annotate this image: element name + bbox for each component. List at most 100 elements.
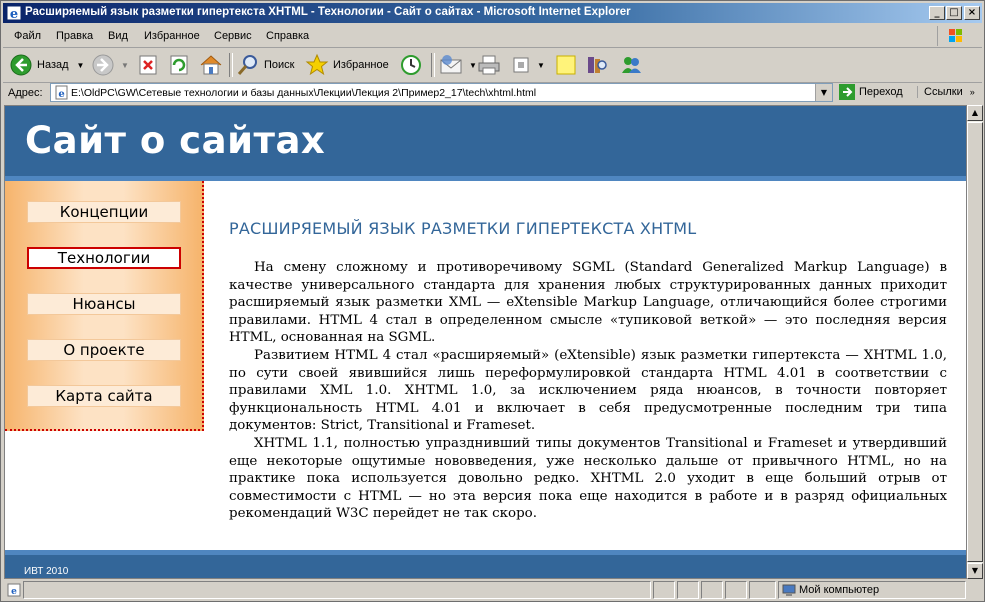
- refresh-button[interactable]: [168, 52, 190, 78]
- print-icon: [478, 55, 500, 75]
- edit-dropdown-icon[interactable]: ▼: [537, 61, 545, 70]
- site-title: Сайт о сайтах: [25, 119, 326, 162]
- notes-button[interactable]: [555, 52, 577, 78]
- scroll-down-icon[interactable]: ▼: [967, 563, 983, 579]
- mail-icon: [440, 55, 462, 74]
- svg-text:e: e: [11, 587, 17, 597]
- star-icon: [305, 53, 329, 76]
- article-heading: РАСШИРЯЕМЫЙ ЯЗЫК РАЗМЕТКИ ГИПЕРТЕКСТА XH…: [229, 219, 697, 238]
- minimize-button[interactable]: _: [929, 6, 945, 20]
- forward-dropdown-icon[interactable]: ▼: [121, 61, 129, 70]
- article-paragraph: Развитием HTML 4 стал «расширяемый» (eXt…: [229, 347, 947, 434]
- menu-favorites[interactable]: Избранное: [144, 30, 200, 42]
- menu-tools[interactable]: Сервис: [214, 30, 252, 42]
- ie-icon: e: [6, 5, 22, 21]
- links-toolbar[interactable]: Ссылки »: [917, 86, 975, 98]
- nav-about[interactable]: О проекте: [27, 339, 181, 361]
- page-icon: e: [55, 85, 68, 100]
- status-panel: [677, 581, 699, 599]
- address-input[interactable]: e E:\OldPC\GW\Сетевые технологии и базы …: [50, 83, 833, 102]
- note-icon: [556, 55, 576, 75]
- address-url: E:\OldPC\GW\Сетевые технологии и базы да…: [71, 87, 537, 99]
- window-title: Расширяемый язык разметки гипертекста XH…: [25, 6, 631, 18]
- toolbar-separator: [229, 53, 233, 77]
- forward-arrow-icon: [92, 54, 114, 76]
- zone-label: Мой компьютер: [799, 584, 880, 596]
- toolbar-separator: [431, 53, 435, 77]
- research-icon: [588, 57, 607, 73]
- status-panel: [701, 581, 723, 599]
- nav-technologies[interactable]: Технологии: [27, 247, 181, 269]
- status-bar: e Мой компьютер: [3, 580, 982, 600]
- article-paragraph: На смену сложному и противоречивому SGML…: [229, 260, 947, 346]
- windows-logo: [937, 26, 972, 46]
- status-panel: [653, 581, 675, 599]
- article-paragraph: XHTML 1.1, полностью упразднивший типы д…: [229, 435, 947, 522]
- edit-button[interactable]: ▼: [511, 52, 545, 78]
- toolbar: Назад ▼ ▼ Поиск Избранное ▼ ▼: [3, 48, 982, 83]
- go-button[interactable]: Переход: [839, 84, 903, 100]
- vertical-scrollbar[interactable]: ▲ ▼: [967, 105, 983, 579]
- status-panel: [749, 581, 776, 599]
- history-button[interactable]: [399, 52, 423, 78]
- print-button[interactable]: [477, 52, 501, 78]
- page-status-icon: e: [7, 583, 21, 597]
- home-button[interactable]: [199, 52, 223, 78]
- maximize-button[interactable]: □: [946, 6, 962, 20]
- svg-text:e: e: [10, 7, 18, 21]
- status-text-panel: [23, 581, 651, 599]
- site-header: Сайт о сайтах: [5, 106, 966, 181]
- forward-button[interactable]: ▼: [91, 52, 129, 78]
- sidebar-nav: Концепции Технологии Нюансы О проекте Ка…: [5, 181, 204, 431]
- back-dropdown-icon[interactable]: ▼: [77, 61, 85, 70]
- favorites-label: Избранное: [333, 59, 389, 71]
- menu-bar: Файл Правка Вид Избранное Сервис Справка: [3, 25, 982, 48]
- browser-window: e Расширяемый язык разметки гипертекста …: [0, 0, 985, 602]
- address-label: Адрес:: [8, 87, 43, 99]
- history-icon: [401, 55, 421, 75]
- title-bar: e Расширяемый язык разметки гипертекста …: [3, 3, 982, 23]
- home-icon: [200, 55, 222, 75]
- security-zone: Мой компьютер: [778, 581, 966, 599]
- menu-view[interactable]: Вид: [108, 30, 128, 42]
- go-arrow-icon: [839, 84, 855, 100]
- status-panel: [725, 581, 747, 599]
- search-button[interactable]: Поиск: [236, 52, 294, 78]
- mail-button[interactable]: ▼: [439, 52, 477, 78]
- computer-icon: [782, 584, 796, 596]
- scroll-up-icon[interactable]: ▲: [967, 105, 983, 121]
- search-icon: [237, 55, 257, 75]
- chevron-right-icon[interactable]: »: [970, 87, 975, 97]
- edit-page-icon: [513, 57, 529, 73]
- close-button[interactable]: ×: [964, 6, 980, 20]
- back-button[interactable]: Назад ▼: [9, 52, 84, 78]
- mail-dropdown-icon[interactable]: ▼: [469, 61, 477, 70]
- svg-text:e: e: [58, 89, 64, 100]
- stop-button[interactable]: [137, 52, 159, 78]
- search-label: Поиск: [264, 59, 295, 71]
- messenger-icon: [622, 57, 641, 73]
- research-button[interactable]: [585, 52, 609, 78]
- nav-sitemap[interactable]: Карта сайта: [27, 385, 181, 407]
- refresh-icon: [170, 55, 188, 75]
- windows-flag-icon: [949, 29, 962, 42]
- site-footer: ИВТ 2010: [5, 550, 966, 578]
- footer-text: ИВТ 2010: [24, 566, 69, 577]
- favorites-button[interactable]: Избранное: [305, 52, 389, 78]
- article-body: На смену сложному и противоречивому SGML…: [229, 259, 947, 523]
- stop-icon: [139, 55, 157, 75]
- nav-concepts[interactable]: Концепции: [27, 201, 181, 223]
- nav-nuances[interactable]: Нюансы: [27, 293, 181, 315]
- links-label: Ссылки: [924, 86, 963, 98]
- messenger-button[interactable]: [619, 52, 643, 78]
- back-arrow-icon: [10, 54, 32, 76]
- menu-file[interactable]: Файл: [14, 30, 41, 42]
- scroll-thumb[interactable]: [967, 122, 983, 562]
- address-bar: Адрес: e E:\OldPC\GW\Сетевые технологии …: [3, 82, 982, 104]
- back-label: Назад: [37, 59, 69, 71]
- menu-edit[interactable]: Правка: [56, 30, 93, 42]
- menu-help[interactable]: Справка: [266, 30, 309, 42]
- article: РАСШИРЯЕМЫЙ ЯЗЫК РАЗМЕТКИ ГИПЕРТЕКСТА XH…: [229, 219, 947, 523]
- address-dropdown-icon[interactable]: ▼: [815, 84, 832, 101]
- go-label: Переход: [859, 86, 903, 98]
